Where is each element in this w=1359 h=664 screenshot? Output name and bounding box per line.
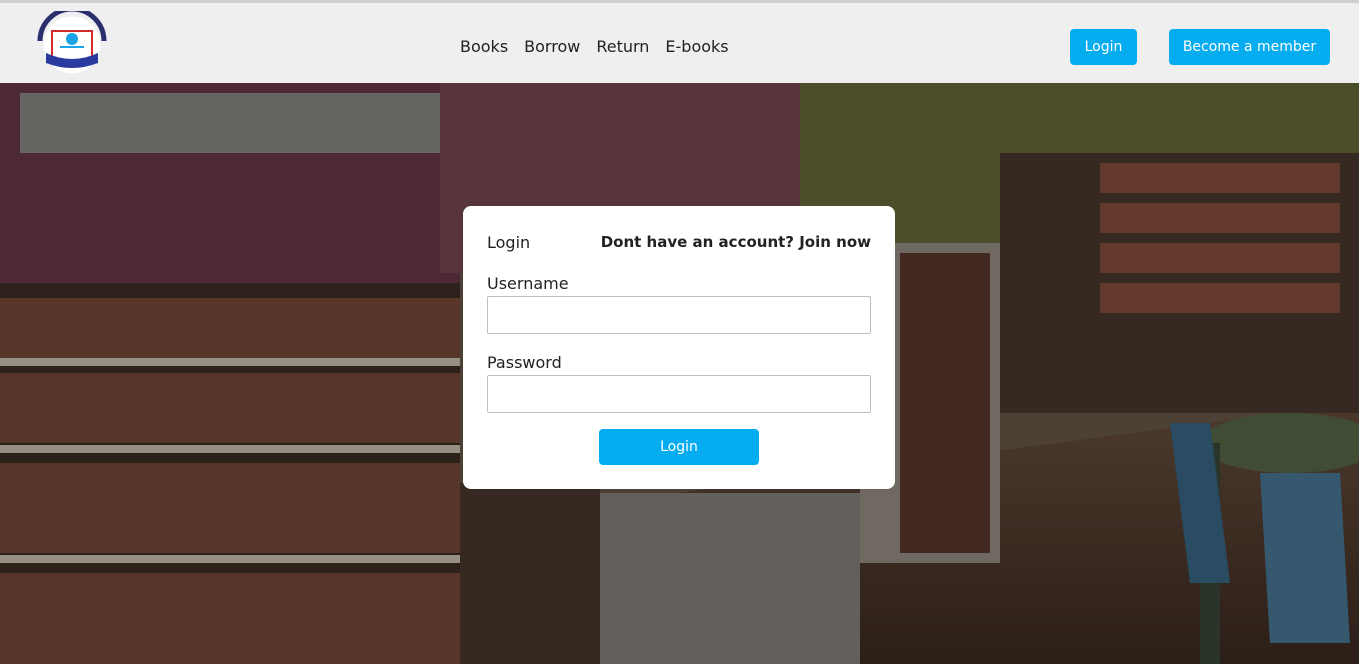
nav-ebooks[interactable]: E-books	[665, 37, 728, 56]
login-card-title: Login	[487, 233, 531, 252]
password-input[interactable]	[487, 375, 871, 413]
header-login-button[interactable]: Login	[1070, 29, 1137, 65]
nav-borrow[interactable]: Borrow	[524, 37, 580, 56]
username-label: Username	[487, 274, 569, 293]
library-logo-icon[interactable]	[30, 6, 114, 79]
login-card: Login Dont have an account? Join now Use…	[463, 206, 895, 489]
login-submit-button[interactable]: Login	[599, 429, 759, 465]
site-header: Books Borrow Return E-books Login Become…	[0, 3, 1359, 83]
main-nav: Books Borrow Return E-books	[460, 37, 745, 56]
nav-books[interactable]: Books	[460, 37, 508, 56]
become-member-button[interactable]: Become a member	[1169, 29, 1330, 65]
nav-return[interactable]: Return	[596, 37, 649, 56]
join-now-link[interactable]: Dont have an account? Join now	[601, 233, 871, 251]
username-input[interactable]	[487, 296, 871, 334]
password-label: Password	[487, 353, 562, 372]
